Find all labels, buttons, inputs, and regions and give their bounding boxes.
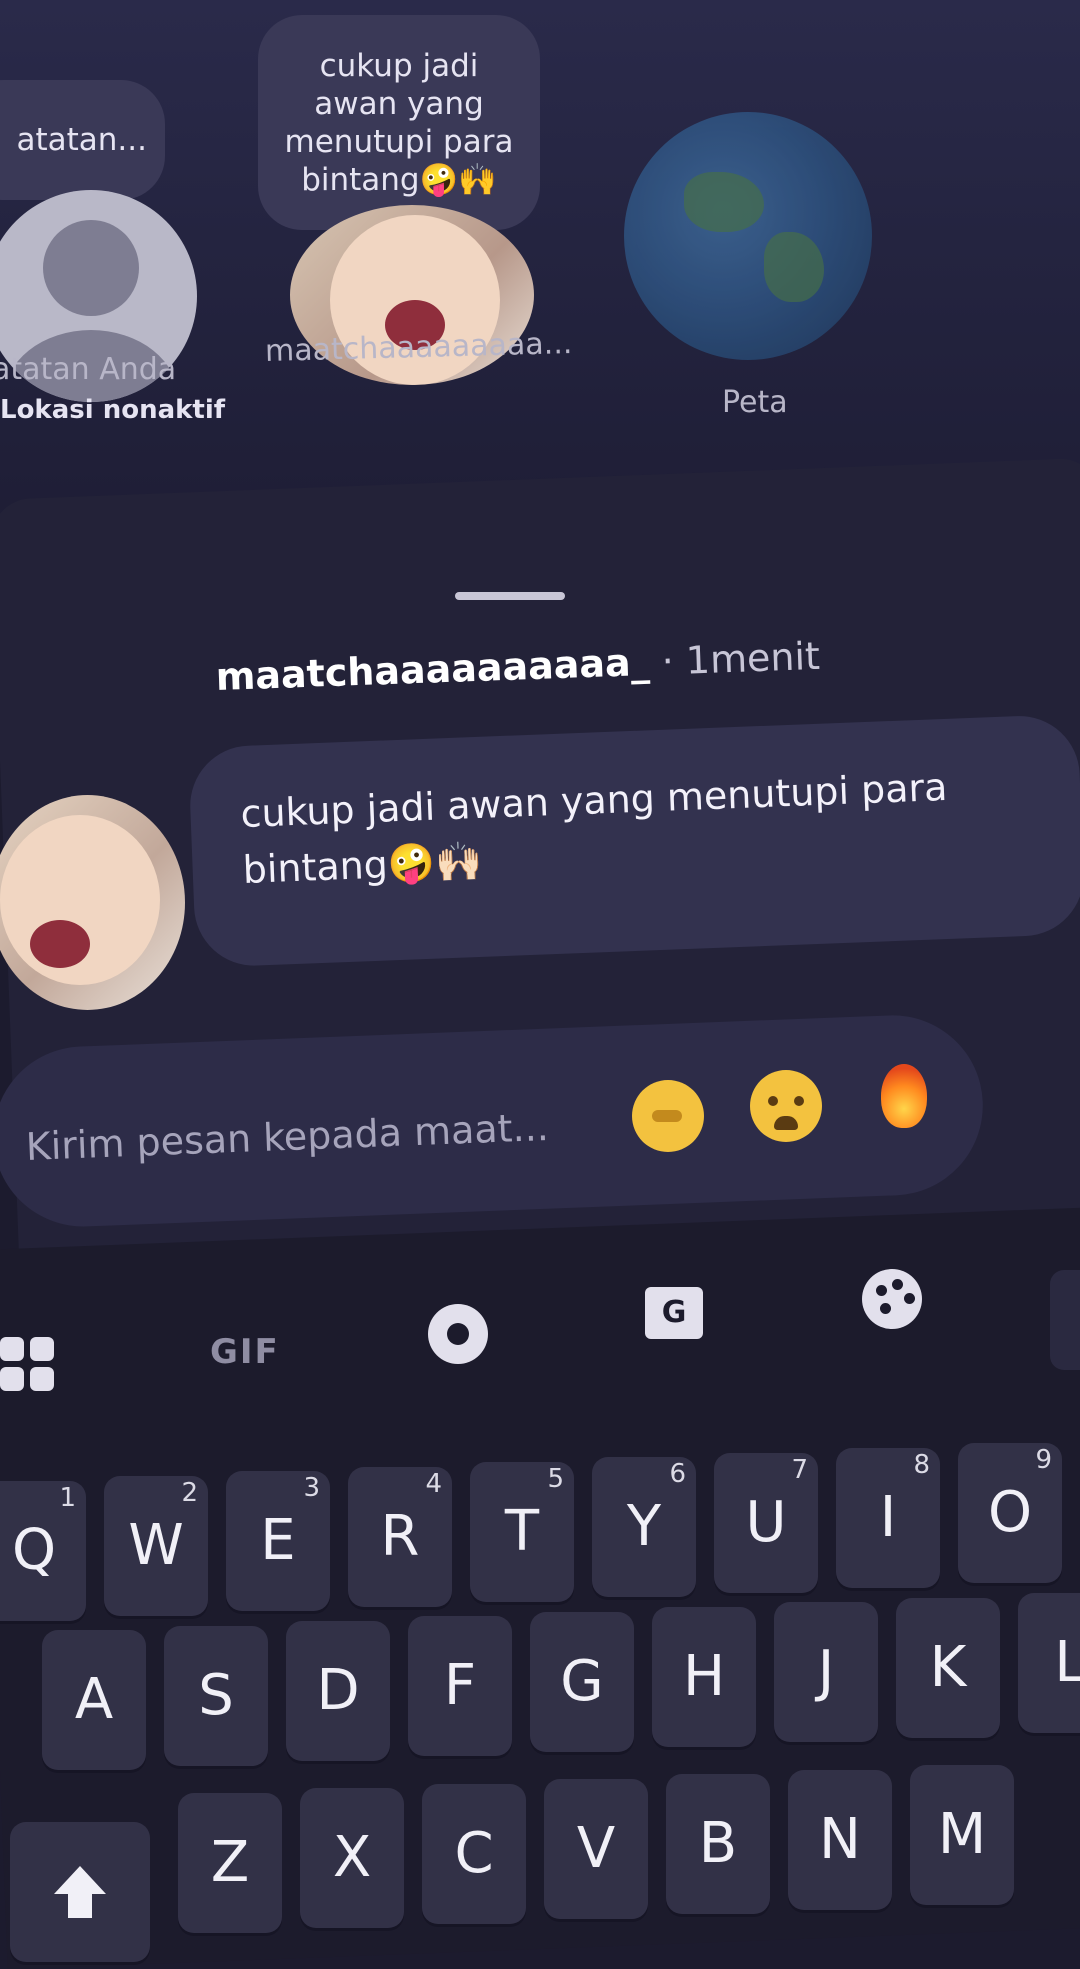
weary-face-icon[interactable] (750, 1070, 822, 1142)
fire-icon[interactable] (868, 1060, 940, 1132)
key-m[interactable]: M (910, 1765, 1014, 1905)
key-s[interactable]: S (164, 1626, 268, 1766)
key-label: E (260, 1508, 296, 1573)
key-label: C (454, 1821, 494, 1886)
friend-note-bubble[interactable]: cukup jadi awan yang menutupi para binta… (258, 15, 540, 230)
separator: · (660, 639, 675, 684)
key-number-hint: 4 (425, 1469, 442, 1499)
key-label: I (879, 1485, 897, 1550)
location-status: Lokasi nonaktif (0, 395, 226, 425)
key-label: N (819, 1807, 861, 1872)
map-label: Peta (722, 385, 788, 420)
translate-icon[interactable]: G (645, 1287, 703, 1339)
default-avatar-head-icon (43, 220, 139, 316)
point-icon[interactable] (632, 1080, 704, 1152)
key-x[interactable]: X (300, 1788, 404, 1928)
sheet-grabber[interactable] (455, 592, 565, 600)
key-label: G (560, 1649, 604, 1714)
key-number-hint: 9 (1035, 1445, 1052, 1475)
key-number-hint: 3 (303, 1473, 320, 1503)
key-number-hint: 8 (913, 1450, 930, 1480)
key-number-hint: 2 (181, 1478, 198, 1508)
message-time: 1menit (685, 633, 821, 683)
land-shape (684, 172, 764, 232)
key-w[interactable]: W2 (104, 1476, 208, 1616)
key-label: S (198, 1663, 234, 1728)
apps-grid-icon[interactable] (0, 1337, 58, 1395)
key-label: F (443, 1653, 477, 1718)
key-number-hint: 6 (669, 1459, 686, 1489)
key-o[interactable]: O9 (958, 1443, 1062, 1583)
side-key[interactable] (1050, 1270, 1080, 1370)
key-label: K (929, 1635, 967, 1700)
key-v[interactable]: V (544, 1779, 648, 1919)
map-globe-icon[interactable] (624, 112, 872, 360)
gif-button[interactable]: GIF (210, 1332, 280, 1372)
key-c[interactable]: C (422, 1784, 526, 1924)
key-label: B (698, 1811, 738, 1876)
key-label: J (817, 1639, 835, 1704)
key-a[interactable]: A (42, 1630, 146, 1770)
key-i[interactable]: I8 (836, 1448, 940, 1588)
key-label: L (1054, 1630, 1080, 1695)
key-label: H (682, 1644, 726, 1709)
key-label: Q (11, 1518, 57, 1583)
key-e[interactable]: E3 (226, 1471, 330, 1611)
key-y[interactable]: Y6 (592, 1457, 696, 1597)
own-note-text: atatan... (16, 122, 147, 158)
key-label: M (937, 1802, 987, 1867)
key-number-hint: 7 (791, 1455, 808, 1485)
land-shape (764, 232, 824, 302)
note-message-text: cukup jadi awan yang menutupi para binta… (239, 764, 949, 892)
key-label: U (745, 1490, 787, 1555)
key-label: T (504, 1499, 540, 1564)
key-l[interactable]: L (1018, 1593, 1080, 1733)
key-label: Y (626, 1494, 662, 1559)
key-b[interactable]: B (666, 1774, 770, 1914)
mouth-photo (30, 920, 90, 968)
key-label: Z (210, 1830, 250, 1895)
key-j[interactable]: J (774, 1602, 878, 1742)
key-g[interactable]: G (530, 1612, 634, 1752)
friend-note-text: cukup jadi awan yang menutupi para binta… (284, 47, 514, 198)
key-f[interactable]: F (408, 1616, 512, 1756)
key-n[interactable]: N (788, 1770, 892, 1910)
key-t[interactable]: T5 (470, 1462, 574, 1602)
key-label: A (74, 1667, 114, 1732)
key-q[interactable]: Q1 (0, 1481, 86, 1621)
key-label: V (576, 1816, 616, 1881)
key-label: D (316, 1658, 360, 1723)
key-h[interactable]: H (652, 1607, 756, 1747)
key-label: W (128, 1513, 184, 1578)
key-r[interactable]: R4 (348, 1467, 452, 1607)
gear-icon[interactable] (428, 1304, 488, 1364)
key-number-hint: 5 (547, 1464, 564, 1494)
key-d[interactable]: D (286, 1621, 390, 1761)
own-note-bubble[interactable]: atatan... (0, 80, 165, 200)
own-note-label: atatan Anda (0, 352, 177, 387)
key-k[interactable]: K (896, 1598, 1000, 1738)
key-z[interactable]: Z (178, 1793, 282, 1933)
key-u[interactable]: U7 (714, 1453, 818, 1593)
shift-key[interactable] (10, 1822, 150, 1962)
note-message-bubble[interactable]: cukup jadi awan yang menutupi para binta… (188, 713, 1080, 968)
key-label: O (987, 1480, 1033, 1545)
key-label: R (380, 1504, 420, 1569)
palette-icon[interactable] (862, 1269, 922, 1329)
key-label: X (332, 1825, 372, 1890)
key-number-hint: 1 (59, 1483, 76, 1513)
